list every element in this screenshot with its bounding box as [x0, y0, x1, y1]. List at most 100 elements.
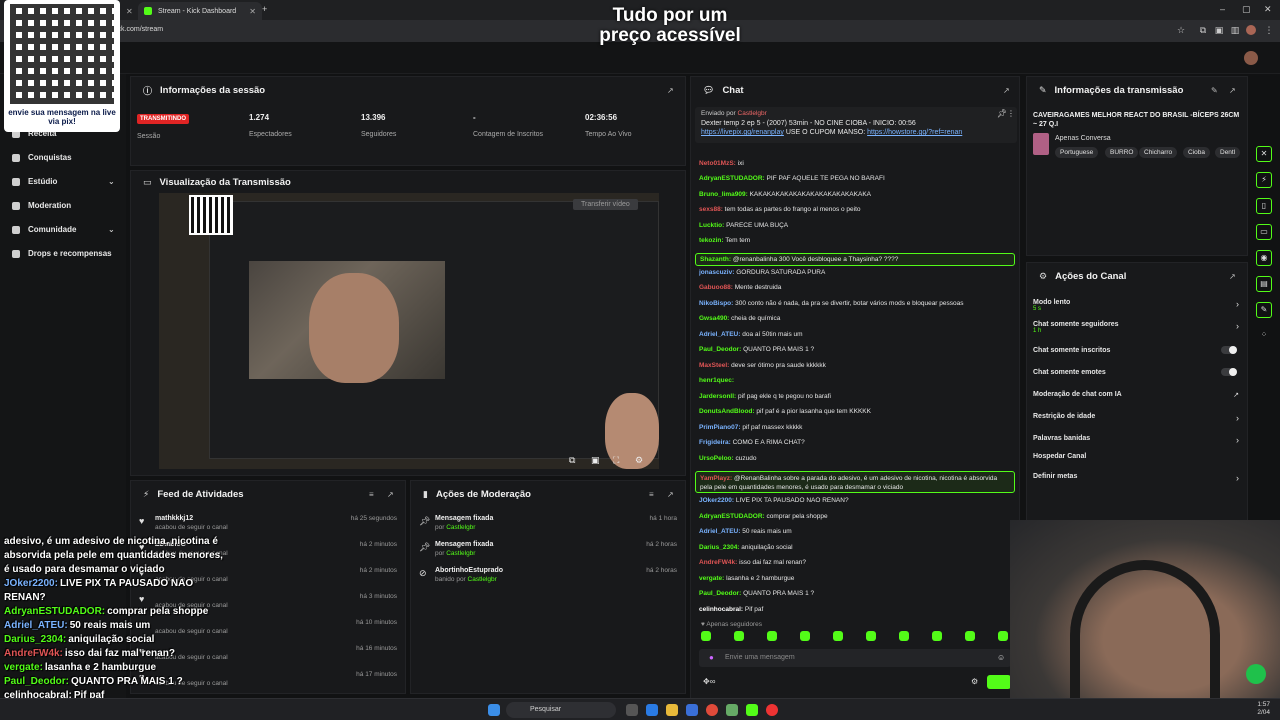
- chat-username[interactable]: Gwsa490:: [699, 315, 729, 322]
- chat-username[interactable]: Bruno_lima909:: [699, 191, 748, 198]
- chat-username[interactable]: JOker2200:: [699, 497, 734, 504]
- filter-icon[interactable]: ≡: [649, 490, 654, 499]
- settings-icon[interactable]: ⚙: [635, 455, 643, 466]
- rail-button[interactable]: ✕: [1256, 146, 1272, 162]
- rail-button[interactable]: ◉: [1256, 250, 1272, 266]
- tab-close-icon[interactable]: ✕: [120, 2, 136, 20]
- channel-action-item[interactable]: Chat somente emotes: [1033, 368, 1243, 376]
- moderator-name[interactable]: Castlelgbr: [468, 576, 497, 583]
- maximize-icon[interactable]: ▢: [1242, 4, 1251, 15]
- sidebar-item-estudio[interactable]: Estúdio ⌄: [12, 177, 115, 186]
- new-tab-icon[interactable]: +: [262, 4, 267, 14]
- theater-icon[interactable]: ▣: [591, 455, 600, 466]
- sidepanel-icon[interactable]: ▥: [1230, 25, 1240, 35]
- rail-button[interactable]: ▯: [1256, 198, 1272, 214]
- emote-icon[interactable]: [767, 631, 777, 641]
- chat-username[interactable]: Shazanth:: [700, 256, 731, 263]
- pinned-author[interactable]: Castlelgbr: [738, 110, 767, 117]
- rail-button[interactable]: ▤: [1256, 276, 1272, 292]
- sidebar-item-moderation[interactable]: Moderation: [12, 201, 71, 210]
- chat-username[interactable]: UrsoPeloo:: [699, 455, 734, 462]
- emote-icon[interactable]: [899, 631, 909, 641]
- edit-icon[interactable]: ✎: [1211, 86, 1218, 95]
- kick-app-icon[interactable]: [746, 704, 758, 716]
- emote-icon[interactable]: [800, 631, 810, 641]
- chevron-right-icon[interactable]: ›: [1236, 435, 1239, 445]
- chat-username[interactable]: NikoBispo:: [699, 300, 733, 307]
- popout-icon[interactable]: ↗: [1229, 86, 1236, 95]
- chat-username[interactable]: Paul_Deodor:: [699, 346, 741, 353]
- star-icon[interactable]: ☆: [1176, 25, 1186, 35]
- chat-input[interactable]: Envie uma mensagem: [699, 649, 1011, 667]
- tab-kick-dashboard[interactable]: Stream - Kick Dashboard ✕: [138, 2, 262, 20]
- chat-tools-icon[interactable]: ✥∞: [703, 677, 715, 686]
- popout-icon[interactable]: ↗: [1229, 272, 1236, 281]
- chat-username[interactable]: Paul_Deodor:: [699, 590, 741, 597]
- emote-icon[interactable]: [965, 631, 975, 641]
- transfer-video-button[interactable]: Transferir vídeo: [573, 199, 638, 210]
- filter-icon[interactable]: ≡: [369, 490, 374, 499]
- emote-icon[interactable]: [701, 631, 711, 641]
- chevron-right-icon[interactable]: ›: [1236, 321, 1239, 331]
- rail-button[interactable]: ⚡: [1256, 172, 1272, 188]
- emote-icon[interactable]: [833, 631, 843, 641]
- taskbar-search[interactable]: Pesquisar: [506, 702, 616, 718]
- emote-icon[interactable]: [866, 631, 876, 641]
- pip-icon[interactable]: ⧉: [569, 455, 575, 466]
- mic-icon[interactable]: ●: [709, 653, 714, 662]
- stream-video[interactable]: Transferir vídeo ⧉ ▣ ⛶ ⚙: [159, 193, 659, 469]
- chat-username[interactable]: Frigideira:: [699, 439, 731, 446]
- chat-username[interactable]: AdryanESTUDADOR:: [699, 175, 765, 182]
- store-icon[interactable]: [686, 704, 698, 716]
- chat-username[interactable]: DonutsAndBlood:: [699, 408, 755, 415]
- close-tab-icon[interactable]: ✕: [249, 7, 256, 16]
- popout-icon[interactable]: ↗: [667, 490, 674, 499]
- chat-username[interactable]: tekozin:: [699, 237, 724, 244]
- popout-icon[interactable]: ↗: [667, 86, 674, 95]
- sidebar-item-conquistas[interactable]: Conquistas: [12, 153, 72, 162]
- chat-username[interactable]: Gabuoo88:: [699, 284, 733, 291]
- close-window-icon[interactable]: ✕: [1264, 4, 1272, 15]
- chevron-right-icon[interactable]: ›: [1236, 473, 1239, 483]
- moderator-name[interactable]: Castlelgbr: [446, 524, 475, 531]
- profile-avatar[interactable]: [1246, 25, 1256, 35]
- pinned-link[interactable]: https://livepix.gg/renanplay: [701, 129, 784, 136]
- edge-icon[interactable]: [646, 704, 658, 716]
- channel-action-item[interactable]: Restrição de idade ›: [1033, 413, 1243, 423]
- channel-action-item[interactable]: Hospedar Canal: [1033, 453, 1243, 460]
- popout-icon[interactable]: ↗: [1003, 86, 1010, 95]
- user-avatar[interactable]: [1244, 51, 1258, 65]
- channel-action-item[interactable]: Chat somente inscritos: [1033, 346, 1243, 354]
- channel-action-item[interactable]: Palavras banidas ›: [1033, 435, 1243, 445]
- chat-username[interactable]: Adriel_ATEU:: [699, 528, 740, 535]
- toggle-switch[interactable]: [1221, 368, 1237, 376]
- puzzle-icon[interactable]: ▣: [1214, 25, 1224, 35]
- sidebar-item-drops[interactable]: Drops e recompensas: [12, 249, 112, 258]
- app-icon[interactable]: [726, 704, 738, 716]
- rail-button[interactable]: ✎: [1256, 302, 1272, 318]
- emoji-icon[interactable]: ☺: [997, 653, 1005, 662]
- chat-username[interactable]: Neto01MzS:: [699, 160, 736, 167]
- external-link-icon[interactable]: ↗: [1233, 391, 1239, 399]
- chat-username[interactable]: AdryanESTUDADOR:: [699, 513, 765, 520]
- more-icon[interactable]: ⋮: [1007, 109, 1015, 118]
- rail-button[interactable]: ⁘: [1256, 328, 1272, 344]
- chat-username[interactable]: Darius_2304:: [699, 544, 739, 551]
- chat-username[interactable]: Jardersonll:: [699, 393, 736, 400]
- emote-icon[interactable]: [734, 631, 744, 641]
- chrome-icon[interactable]: [706, 704, 718, 716]
- chevron-right-icon[interactable]: ›: [1236, 413, 1239, 423]
- minimize-icon[interactable]: –: [1220, 4, 1225, 14]
- task-view-icon[interactable]: [626, 704, 638, 716]
- toggle-switch[interactable]: [1221, 346, 1237, 354]
- extension-icon[interactable]: ⧉: [1198, 25, 1208, 35]
- chat-username[interactable]: YamPlayz:: [700, 475, 732, 482]
- chat-username[interactable]: MaxSteel:: [699, 362, 729, 369]
- moderator-name[interactable]: Castlelgbr: [446, 550, 475, 557]
- chat-username[interactable]: henr1quec:: [699, 377, 734, 384]
- chat-username[interactable]: Adriel_ATEU:: [699, 331, 740, 338]
- windows-start-icon[interactable]: [488, 704, 500, 716]
- channel-action-item[interactable]: Chat somente seguidores 1 h ›: [1033, 321, 1243, 334]
- chat-username[interactable]: AndreFW4k:: [699, 559, 737, 566]
- folder-icon[interactable]: [666, 704, 678, 716]
